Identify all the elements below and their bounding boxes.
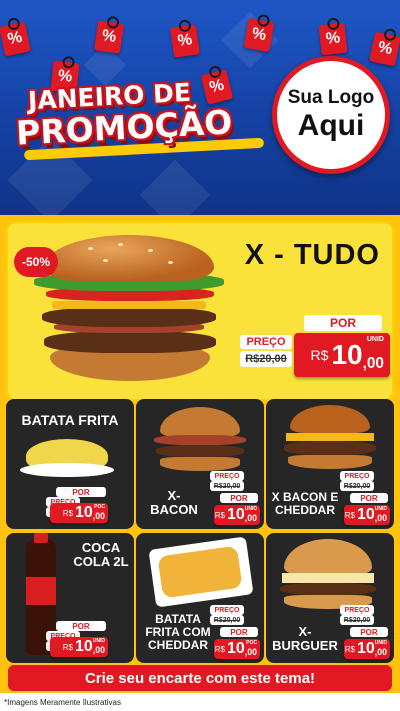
por-label: POR: [56, 621, 106, 631]
preco-label: PREÇO: [340, 471, 374, 481]
currency-symbol: R$: [62, 642, 73, 652]
currency-symbol: R$: [344, 644, 355, 654]
discount-badge: -50%: [14, 247, 58, 277]
logo-placeholder: Sua Logo Aqui: [272, 56, 390, 174]
new-price: POC R$ 10,00: [50, 503, 108, 523]
price-integer: 10: [331, 339, 363, 370]
preco-label: PREÇO: [340, 605, 374, 615]
preco-label: PREÇO: [210, 471, 244, 481]
product-price-tag: PREÇOR$20,00PORPOCR$10,00: [6, 399, 134, 529]
percent-tag-icon: %: [0, 21, 31, 57]
por-label: POR: [350, 627, 388, 637]
old-price: R$20,00: [340, 481, 374, 491]
old-price: R$20,00: [340, 615, 374, 625]
logo-text-line1: Sua Logo: [287, 87, 375, 109]
product-price-tag: PREÇOR$20,00 POR UNID R$10,00: [266, 399, 394, 529]
currency-symbol: R$: [62, 508, 73, 518]
percent-tag-icon: %: [369, 31, 400, 67]
price-cents: ,00: [244, 512, 257, 523]
price-cents: ,00: [374, 646, 387, 657]
featured-price-tag: POR PREÇO R$20,00 UNID R$ 10 ,00: [240, 315, 390, 381]
price-cents: ,00: [362, 355, 384, 373]
percent-tag-icon: %: [243, 17, 275, 53]
product-price-tag: PREÇOR$20,00 POR UNID R$10,00: [136, 399, 264, 529]
unit-label: UNID: [374, 506, 387, 512]
price-cents: ,00: [244, 646, 257, 657]
product-card[interactable]: X-BACON PREÇO R$20,00 POR UNID R$ 10,00: [136, 399, 264, 529]
product-price-tag: PREÇOR$20,00 POR POC R$10,00: [136, 533, 264, 663]
promo-headline: JANEIRO DE PROMOÇÃO: [15, 78, 266, 162]
percent-tag-icon: %: [318, 22, 348, 56]
unit-label: UNID: [92, 638, 105, 644]
currency-symbol: R$: [310, 347, 329, 363]
product-card[interactable]: X-BURGUER PREÇO R$20,00 POR UNID R$ 10,00: [266, 533, 394, 663]
new-price: UNID R$ 10 ,00: [294, 333, 390, 377]
product-card[interactable]: X BACON E CHEDDAR PREÇO R$20,00 POR UNID R$ 10…: [266, 399, 394, 529]
price-integer: 10: [226, 640, 245, 657]
currency-symbol: R$: [344, 510, 355, 520]
product-card[interactable]: COCA COLA 2LPREÇOR$20,00PORUNIDR$10,00: [6, 533, 134, 663]
old-price: R$20,00: [210, 615, 244, 625]
product-price-tag: PREÇOR$20,00PORUNIDR$10,00: [6, 533, 134, 663]
new-price: UNID R$ 10,00: [344, 505, 390, 525]
price-integer: 10: [226, 506, 245, 523]
currency-symbol: R$: [214, 644, 225, 654]
offers-panel: -50% X - TUDO POR PREÇO R$20,00 UNID R$: [0, 215, 400, 693]
promo-header: % % % % % % % % JANEIRO DE PROMOÇÃO Sua …: [0, 0, 400, 215]
new-price: POC R$ 10,00: [214, 639, 260, 659]
price-integer: 10: [74, 638, 93, 655]
unit-label: POC: [94, 504, 105, 510]
percent-tag-icon: %: [170, 24, 200, 58]
por-label: POR: [220, 627, 258, 637]
new-price: UNID R$ 10,00: [50, 637, 108, 657]
price-integer: 10: [356, 506, 375, 523]
price-integer: 10: [356, 640, 375, 657]
por-label: POR: [56, 487, 106, 497]
percent-tag-icon: %: [94, 20, 124, 54]
price-cents: ,00: [374, 512, 387, 523]
currency-symbol: R$: [214, 510, 225, 520]
price-cents: ,00: [92, 644, 105, 655]
new-price: UNID R$ 10,00: [344, 639, 390, 659]
burger-image: [28, 235, 228, 395]
old-price: R$20,00: [210, 481, 244, 491]
unit-label: UNID: [244, 506, 257, 512]
price-cents: ,00: [92, 510, 105, 521]
preco-label: PREÇO: [210, 605, 244, 615]
price-integer: 10: [74, 504, 93, 521]
product-price-tag: PREÇOR$20,00 POR UNID R$10,00: [266, 533, 394, 663]
product-card[interactable]: BATATA FRITAPREÇOR$20,00PORPOCR$10,00: [6, 399, 134, 529]
unit-label: UNID: [366, 336, 384, 343]
product-card[interactable]: BATATA FRITA COM CHEDDAR PREÇO R$20,00 POR P…: [136, 533, 264, 663]
featured-product-name: X - TUDO: [244, 239, 380, 271]
create-flyer-button[interactable]: Crie seu encarte com este tema!: [8, 665, 392, 691]
background-hexagon: [139, 159, 211, 215]
featured-product-card[interactable]: -50% X - TUDO POR PREÇO R$20,00 UNID R$: [6, 221, 394, 401]
logo-text-line2: Aqui: [297, 108, 365, 142]
por-label: POR: [304, 315, 382, 331]
unit-label: POC: [246, 640, 257, 646]
por-label: POR: [220, 493, 258, 503]
preco-label: PREÇO: [240, 335, 292, 349]
disclaimer-text: *Imagens Meramente Ilustrativas: [4, 698, 121, 707]
new-price: UNID R$ 10,00: [214, 505, 260, 525]
unit-label: UNID: [374, 640, 387, 646]
old-price: R$20,00: [240, 351, 292, 367]
por-label: POR: [350, 493, 388, 503]
